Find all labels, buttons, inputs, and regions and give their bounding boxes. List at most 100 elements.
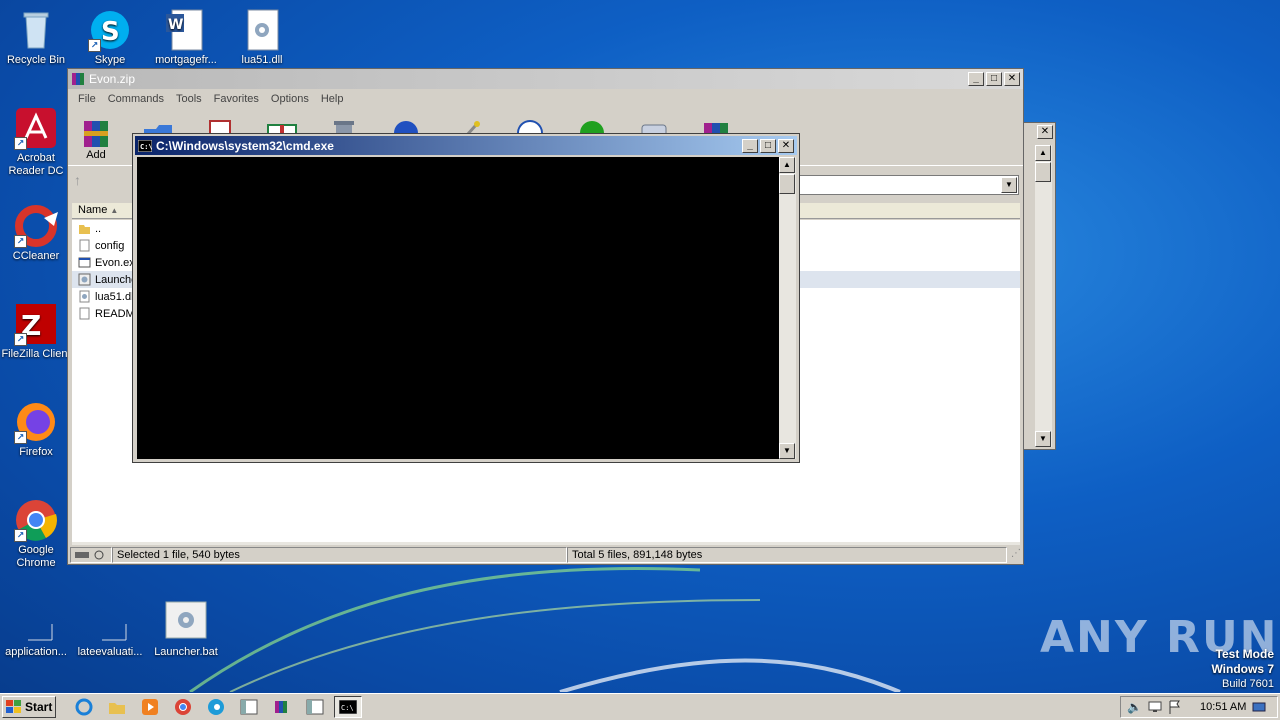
svg-text:S: S xyxy=(101,17,120,47)
exe-icon xyxy=(78,257,91,268)
menu-bar: File Commands Tools Favorites Options He… xyxy=(68,89,1023,109)
add-button[interactable]: Add xyxy=(72,115,120,161)
desktop-icon-lua51-dll[interactable]: lua51.dll xyxy=(226,8,298,67)
resize-grip-icon[interactable]: ⋰ xyxy=(1007,548,1021,562)
bat-file-icon xyxy=(164,600,208,644)
archive-add-icon xyxy=(78,115,114,149)
desktop-icon-ccleaner[interactable]: ↗ CCleaner xyxy=(0,204,72,263)
folder-icon xyxy=(79,225,90,234)
maximize-button[interactable]: □ xyxy=(760,138,776,153)
desktop-icon-mortgage-doc[interactable]: W mortgagefr... xyxy=(150,8,222,67)
winrar-task-icon[interactable] xyxy=(268,696,296,718)
taskbar: Start C:\ 🔈 10:51 AM xyxy=(0,693,1280,720)
svg-text:C:\: C:\ xyxy=(140,143,152,151)
console-output[interactable] xyxy=(137,157,779,459)
status-total: Total 5 files, 891,148 bytes xyxy=(567,547,1007,563)
winrar-titlebar[interactable]: Evon.zip _ □ ✕ xyxy=(68,69,1023,89)
window-title: Evon.zip xyxy=(89,72,136,86)
close-button[interactable]: ✕ xyxy=(1004,72,1020,86)
ie-icon[interactable] xyxy=(70,696,98,718)
desktop-icon-acrobat[interactable]: ↗ Acrobat Reader DC xyxy=(0,106,72,178)
word-document-icon: W xyxy=(164,8,208,52)
blank-file-icon xyxy=(88,600,132,644)
maximize-button[interactable]: □ xyxy=(986,72,1002,86)
svg-text:C:\: C:\ xyxy=(341,704,354,712)
path-field[interactable]: ▼ xyxy=(798,175,1019,195)
status-bar: Selected 1 file, 540 bytes Total 5 files… xyxy=(70,545,1021,565)
recycle-bin-icon xyxy=(14,8,58,52)
column-header-name[interactable]: Name ▲ xyxy=(78,204,118,216)
system-tray: 🔈 10:51 AM xyxy=(1120,696,1278,718)
ccleaner-icon: ↗ xyxy=(14,204,58,248)
menu-options[interactable]: Options xyxy=(265,93,315,105)
desktop-icon-launcher-bat[interactable]: Launcher.bat xyxy=(150,600,222,659)
shortcut-arrow-icon: ↗ xyxy=(88,39,101,52)
vertical-scrollbar[interactable]: ▲ ▼ xyxy=(779,157,796,459)
svg-text:W: W xyxy=(168,17,183,33)
scroll-up-icon[interactable]: ▲ xyxy=(779,157,795,173)
edge-icon[interactable] xyxy=(202,696,230,718)
minimize-button[interactable]: _ xyxy=(742,138,758,153)
flag-icon[interactable] xyxy=(1168,700,1180,714)
desktop-icon-chrome[interactable]: ↗ Google Chrome xyxy=(0,498,72,570)
cmd-window[interactable]: C:\ C:\Windows\system32\cmd.exe _ □ ✕ ▲ … xyxy=(132,133,800,463)
scroll-thumb[interactable] xyxy=(779,174,795,194)
menu-file[interactable]: File xyxy=(72,93,102,105)
dropdown-arrow-icon[interactable]: ▼ xyxy=(1001,177,1017,193)
network-icon[interactable] xyxy=(1148,701,1162,713)
vertical-scrollbar[interactable]: ▲ ▼ xyxy=(1035,145,1052,447)
shortcut-arrow-icon: ↗ xyxy=(14,137,27,150)
scroll-down-icon[interactable]: ▼ xyxy=(779,443,795,459)
blank-file-icon xyxy=(14,600,58,644)
skype-icon: S ↗ xyxy=(88,8,132,52)
cmd-icon: C:\ xyxy=(138,139,152,152)
desktop-icon-filezilla[interactable]: Z ↗ FileZilla Client xyxy=(0,302,72,361)
scroll-down-icon[interactable]: ▼ xyxy=(1035,431,1051,447)
explorer-icon[interactable] xyxy=(103,696,131,718)
clock[interactable]: 10:51 AM xyxy=(1200,701,1246,713)
cmd-task-icon[interactable]: C:\ xyxy=(334,696,362,718)
shortcut-arrow-icon: ↗ xyxy=(14,529,27,542)
scroll-up-icon[interactable]: ▲ xyxy=(1035,145,1051,161)
window-task-icon[interactable] xyxy=(301,696,329,718)
shortcut-arrow-icon: ↗ xyxy=(14,235,27,248)
window-title: C:\Windows\system32\cmd.exe xyxy=(156,138,334,153)
desktop-icon-skype[interactable]: S ↗ Skype xyxy=(74,8,146,67)
close-button[interactable]: ✕ xyxy=(1035,125,1053,139)
scroll-thumb[interactable] xyxy=(1035,162,1051,182)
chrome-icon: ↗ xyxy=(14,498,58,542)
winrar-icon xyxy=(72,73,84,85)
minimize-button[interactable]: _ xyxy=(968,72,984,86)
media-player-icon[interactable] xyxy=(136,696,164,718)
close-button[interactable]: ✕ xyxy=(778,138,794,153)
up-arrow-icon[interactable]: ↑ xyxy=(74,172,81,188)
desktop-icon-application[interactable]: application... xyxy=(0,600,72,659)
start-button[interactable]: Start xyxy=(2,696,56,718)
shortcut-arrow-icon: ↗ xyxy=(14,431,27,444)
volume-icon[interactable]: 🔈 xyxy=(1127,700,1142,714)
background-window[interactable]: ✕ ▲ ▼ xyxy=(1022,122,1056,450)
dll-file-icon xyxy=(240,8,284,52)
chrome-icon[interactable] xyxy=(169,696,197,718)
desktop-icon-firefox[interactable]: ↗ Firefox xyxy=(0,400,72,459)
bat-icon xyxy=(78,273,91,286)
dll-icon xyxy=(79,290,90,303)
file-icon xyxy=(79,307,90,320)
sort-ascending-icon: ▲ xyxy=(110,206,119,215)
shortcut-arrow-icon: ↗ xyxy=(14,333,27,346)
window-task-icon[interactable] xyxy=(235,696,263,718)
show-desktop-icon[interactable] xyxy=(1252,701,1266,713)
windows-logo-icon xyxy=(6,700,21,713)
desktop-icon-lateevaluation[interactable]: lateevaluati... xyxy=(74,600,146,659)
desktop-icon-recycle-bin[interactable]: Recycle Bin xyxy=(0,8,72,67)
drive-icon[interactable] xyxy=(70,547,112,563)
acrobat-icon: ↗ xyxy=(14,106,58,150)
filezilla-icon: Z ↗ xyxy=(14,302,58,346)
menu-help[interactable]: Help xyxy=(315,93,350,105)
os-watermark: Test Mode Windows 7 Build 7601 xyxy=(1211,647,1274,690)
file-icon xyxy=(79,239,90,252)
menu-favorites[interactable]: Favorites xyxy=(208,93,265,105)
menu-commands[interactable]: Commands xyxy=(102,93,170,105)
menu-tools[interactable]: Tools xyxy=(170,93,208,105)
cmd-titlebar[interactable]: C:\ C:\Windows\system32\cmd.exe _ □ ✕ xyxy=(135,136,797,155)
